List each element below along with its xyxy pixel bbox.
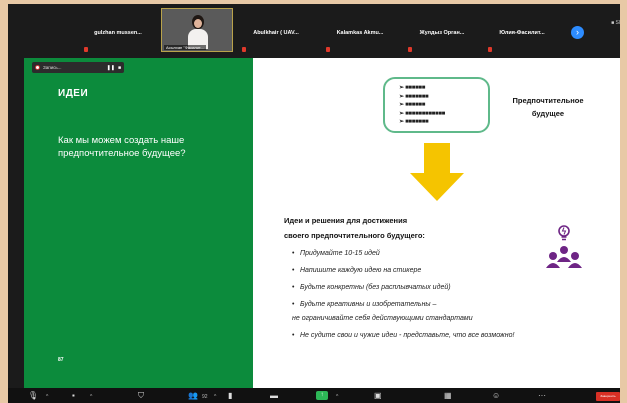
recording-bar: Запись... ❚❚ ■ [32, 62, 124, 73]
list-item: ➢ ■■■■■■ [399, 85, 426, 91]
slide-number: 87 [58, 357, 64, 363]
preferred-future-label: Предпочтительное будущее [512, 96, 584, 118]
chevron-up-icon[interactable]: ^ [90, 393, 92, 402]
shared-screen: Запись... ❚❚ ■ ИДЕИ Как мы можем создать… [24, 58, 620, 388]
muted-mic-icon [326, 47, 330, 52]
list-item: Будьте конкретны (без расплывчатых идей) [292, 284, 617, 292]
end-button[interactable]: Завершить [596, 392, 620, 401]
muted-mic-icon [242, 47, 246, 52]
video-icon[interactable]: ▪ [72, 391, 75, 400]
share-screen-button[interactable]: ↑ [316, 391, 328, 400]
record-icon[interactable]: ▣ [374, 391, 382, 400]
team-idea-icon [546, 225, 582, 268]
slide-left-panel: Запись... ❚❚ ■ ИДЕИ Как мы можем создать… [24, 58, 253, 388]
stop-recording-button[interactable]: ■ [118, 65, 121, 71]
chevron-up-icon[interactable]: ^ [336, 393, 338, 402]
microphone-icon[interactable]: 🎙 [28, 391, 38, 400]
participants-count[interactable]: 92 [202, 393, 208, 402]
muted-mic-icon [408, 47, 412, 52]
participant-name: Юлия-Фасилит... [499, 30, 545, 36]
list-item: ➢ ■■■■■■■ [399, 119, 429, 125]
pause-recording-button[interactable]: ❚❚ [107, 65, 115, 71]
list-item: ➢ ■■■■■■■■■■■■ [399, 110, 445, 117]
list-item: Будьте креативны и изобретательны – [292, 301, 617, 309]
slide-right-panel: ➢ ■■■■■■ ➢ ■■■■■■■ ➢ ■■■■■■ ➢ ■■■■■■■■■■… [253, 58, 620, 388]
participant-tile[interactable]: Юлия-Фасилит... [486, 8, 558, 52]
ideas-heading-line: Идеи и решения для достижения [284, 216, 408, 225]
list-item: Не судите свои и чужие идеи - представьт… [292, 332, 617, 340]
breakout-rooms-icon[interactable]: ▦ [444, 391, 452, 400]
list-box: ➢ ■■■■■■ ➢ ■■■■■■■ ➢ ■■■■■■ ➢ ■■■■■■■■■■… [383, 77, 490, 133]
participant-name: Асылхан "Фасилит... [164, 45, 206, 50]
record-icon [35, 65, 40, 70]
slide-title: ИДЕИ [58, 88, 89, 99]
list-item-continuation: не ограничивайте себя действующими станд… [292, 315, 473, 322]
participant-tile[interactable]: Жулдыз Орган... [406, 8, 478, 52]
participant-tile-video[interactable]: Асылхан "Фасилит... [161, 8, 233, 52]
ideas-heading-line: своего предпочтительного будущего: [284, 231, 425, 240]
participants-icon[interactable]: 👥 [188, 391, 198, 400]
participant-tile[interactable]: Abulkhair ( UAV... [240, 8, 312, 52]
slide-question: Как мы можем создать наше предпочтительн… [58, 135, 186, 159]
participant-name: Kalamkas Akmu... [336, 30, 384, 36]
list-item: ➢ ■■■■■■■ [399, 93, 429, 100]
reactions-icon[interactable]: ☺ [492, 391, 500, 400]
shield-icon[interactable]: ⛉ [138, 391, 144, 400]
chat-icon[interactable]: ▬ [270, 391, 278, 400]
view-label[interactable]: ■ Sl [611, 20, 620, 26]
participant-tile[interactable]: gulzhan mussen... [82, 8, 154, 52]
ideas-heading: Идеи и решения для достижения своего пре… [284, 213, 425, 243]
down-arrow-icon [410, 143, 464, 201]
zoom-window: gulzhan mussen... Асылхан "Фасилит... Ab… [8, 4, 620, 403]
participant-name: Жулдыз Орган... [419, 30, 465, 36]
chevron-up-icon[interactable]: ^ [214, 393, 216, 402]
participant-tile[interactable]: Kalamkas Akmu... [324, 8, 396, 52]
more-icon[interactable]: ··· [538, 391, 546, 400]
participant-name: Abulkhair ( UAV... [253, 30, 299, 36]
chevron-right-icon[interactable]: › [571, 26, 584, 39]
recording-label: Запись... [43, 65, 62, 70]
muted-mic-icon [84, 47, 88, 52]
meeting-toolbar: 🎙 ^ ▪ ^ ⛉ 👥 92 ^ ▮ ▬ ↑ ^ ▣ ▦ ☺ ··· Завер… [8, 388, 620, 403]
list-item: ➢ ■■■■■■ [399, 102, 426, 108]
muted-mic-icon [488, 47, 492, 52]
participant-video [188, 15, 208, 49]
polling-icon[interactable]: ▮ [228, 391, 232, 400]
participant-name: gulzhan mussen... [94, 30, 142, 36]
chevron-up-icon[interactable]: ^ [46, 393, 48, 402]
participant-strip: gulzhan mussen... Асылхан "Фасилит... Ab… [8, 4, 620, 56]
